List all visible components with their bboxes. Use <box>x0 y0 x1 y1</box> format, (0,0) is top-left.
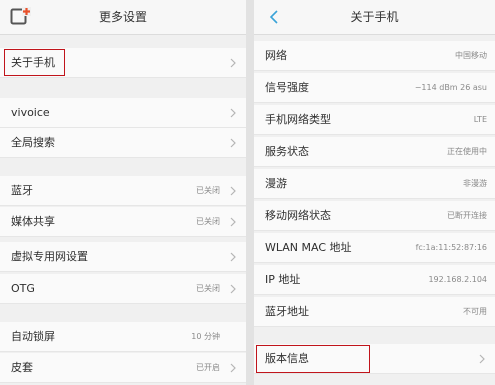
info-value: 已断开连接 <box>447 211 487 220</box>
menu-item-label: 虚拟专用网设置 <box>11 250 88 263</box>
menu-item-label: 蓝牙 <box>11 184 33 197</box>
about-phone-highlight-box <box>4 49 65 76</box>
chevron-right-icon <box>228 48 238 78</box>
about-phone-screen: 关于手机 网络 中国移动 信号强度 −114 dBm 26 asu 手机网络类型… <box>254 0 495 385</box>
menu-item-auto-lock[interactable]: 自动锁屏 10 分钟 <box>0 322 246 352</box>
info-value: 不可用 <box>463 307 487 316</box>
info-value: 中国移动 <box>455 51 487 60</box>
status-value: 已关闭 <box>196 284 220 293</box>
info-label: 服务状态 <box>265 145 309 158</box>
info-row-mobile-network-type: 手机网络类型 LTE <box>254 105 495 135</box>
menu-item-vpn-settings[interactable]: 虚拟专用网设置 <box>0 242 246 272</box>
status-value: 已关闭 <box>196 186 220 195</box>
menu-item-label: 皮套 <box>11 361 33 374</box>
back-arrow-icon[interactable] <box>264 0 284 34</box>
menu-item-global-search[interactable]: 全局搜索 <box>0 128 246 158</box>
more-settings-screen: 更多设置 关于手机 vivoice 全局搜索 蓝牙 已关闭 媒体共享 已关闭 虚… <box>0 0 246 385</box>
menu-item-otg[interactable]: OTG 已关闭 <box>0 274 246 304</box>
menu-item-label: 媒体共享 <box>11 215 55 228</box>
page-title: 关于手机 <box>350 10 399 24</box>
menu-item-label: vivoice <box>11 106 50 119</box>
chevron-right-icon <box>228 353 238 383</box>
info-value: LTE <box>473 115 487 124</box>
info-label: IP 地址 <box>265 273 301 286</box>
info-row-wlan-mac: WLAN MAC 地址 fc:1a:11:52:87:16 <box>254 233 495 263</box>
info-value: 非漫游 <box>463 179 487 188</box>
menu-item-bluetooth[interactable]: 蓝牙 已关闭 <box>0 176 246 206</box>
info-value: 正在使用中 <box>447 147 487 156</box>
info-label: 网络 <box>265 49 287 62</box>
menu-item-media-sharing[interactable]: 媒体共享 已关闭 <box>0 207 246 237</box>
version-info-highlight-box <box>256 345 370 373</box>
menu-item-label: 全局搜索 <box>11 136 55 149</box>
info-row-mobile-network-state: 移动网络状态 已断开连接 <box>254 201 495 231</box>
info-row-roaming: 漫游 非漫游 <box>254 169 495 199</box>
info-row-network: 网络 中国移动 <box>254 41 495 71</box>
status-value: 已关闭 <box>196 217 220 226</box>
panel-divider <box>246 0 254 385</box>
chevron-right-icon <box>228 128 238 158</box>
menu-item-label: OTG <box>11 282 35 295</box>
menu-item-label: 自动锁屏 <box>11 330 55 343</box>
info-row-ip-address: IP 地址 192.168.2.104 <box>254 265 495 295</box>
info-label: 信号强度 <box>265 81 309 94</box>
chevron-right-icon <box>228 274 238 304</box>
info-value: −114 dBm 26 asu <box>414 83 487 92</box>
info-label: 蓝牙地址 <box>265 305 309 318</box>
info-row-service-state: 服务状态 正在使用中 <box>254 137 495 167</box>
chevron-right-icon <box>228 98 238 128</box>
chevron-right-icon <box>228 207 238 237</box>
about-phone-header: 关于手机 <box>254 0 495 35</box>
settings-app-icon <box>10 6 32 28</box>
chevron-right-icon <box>228 176 238 206</box>
menu-item-vivoice[interactable]: vivoice <box>0 98 246 128</box>
info-label: 手机网络类型 <box>265 113 331 126</box>
info-row-bluetooth-address: 蓝牙地址 不可用 <box>254 297 495 327</box>
status-value: 10 分钟 <box>191 332 220 341</box>
info-value: 192.168.2.104 <box>428 275 487 284</box>
chevron-right-icon <box>477 344 487 374</box>
chevron-right-icon <box>228 242 238 272</box>
info-row-signal-strength: 信号强度 −114 dBm 26 asu <box>254 73 495 103</box>
more-settings-header: 更多设置 <box>0 0 246 35</box>
info-value: fc:1a:11:52:87:16 <box>415 243 487 252</box>
status-value: 已开启 <box>196 363 220 372</box>
page-title: 更多设置 <box>98 10 147 24</box>
info-label: WLAN MAC 地址 <box>265 241 352 254</box>
info-label: 漫游 <box>265 177 287 190</box>
menu-item-cover[interactable]: 皮套 已开启 <box>0 353 246 383</box>
info-label: 移动网络状态 <box>265 209 331 222</box>
